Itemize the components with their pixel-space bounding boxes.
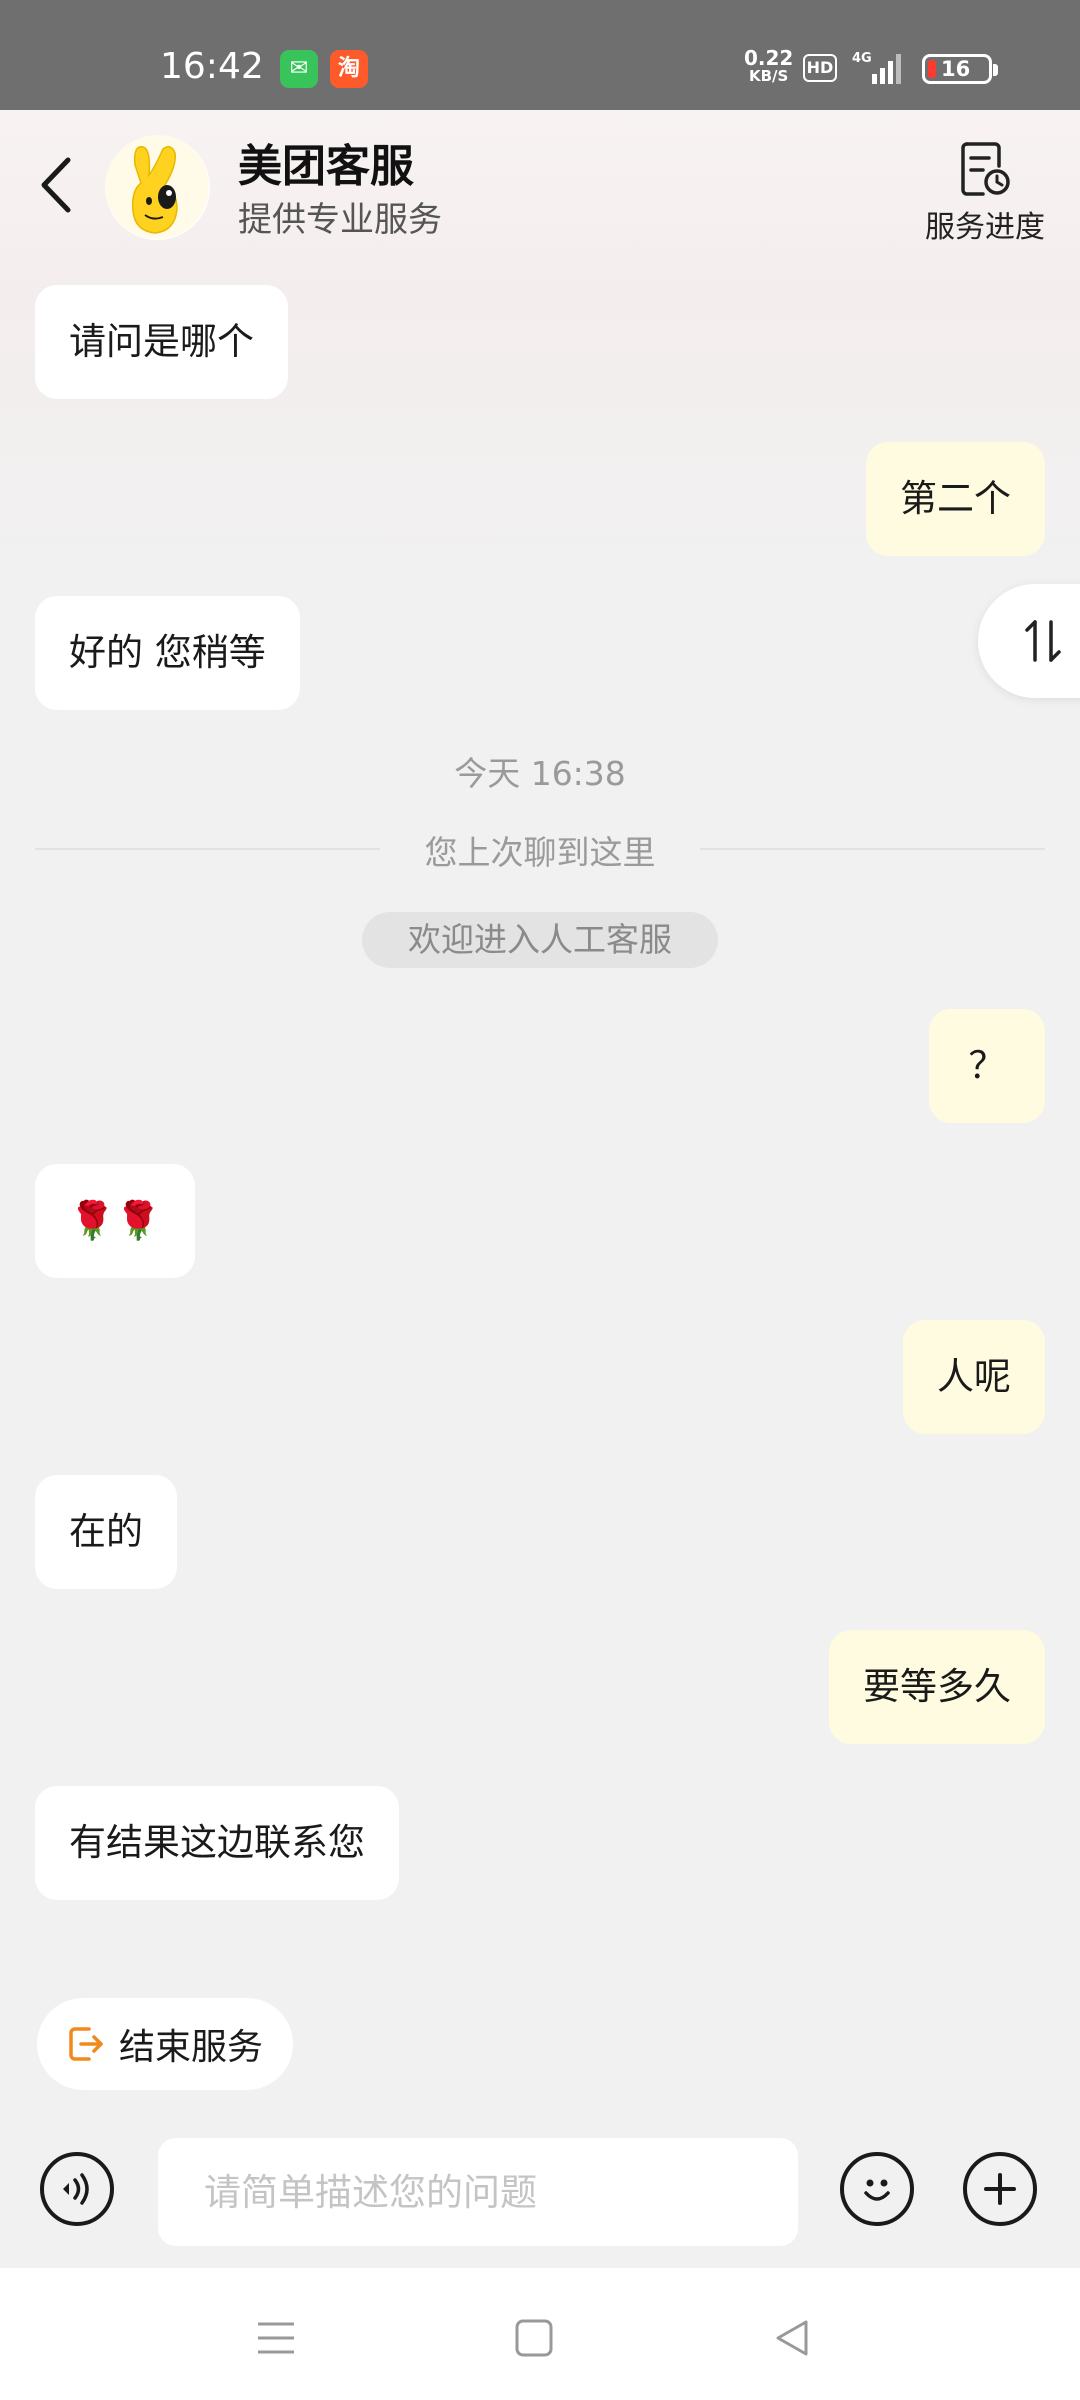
chat-subtitle: 提供专业服务	[238, 200, 442, 240]
service-progress-label: 服务进度	[925, 210, 1045, 245]
back-button[interactable]	[30, 150, 80, 220]
avatar[interactable]	[105, 135, 210, 240]
exit-icon	[69, 2027, 103, 2061]
message-timestamp: 今天 16:38	[454, 754, 626, 793]
network-speed-value: 0.22	[744, 46, 794, 70]
message-bubble-right[interactable]: ？	[929, 1009, 1045, 1123]
message-bubble-left[interactable]: 请问是哪个	[35, 285, 288, 399]
message-input[interactable]	[158, 2138, 798, 2246]
hd-badge: HD	[803, 54, 837, 82]
status-time: 16:42	[160, 46, 264, 87]
back-triangle-icon	[776, 2320, 808, 2356]
battery-icon: 16	[922, 54, 998, 84]
nav-menu-button[interactable]	[246, 2308, 306, 2368]
menu-icon	[258, 2322, 294, 2354]
wechat-notification-icon: ✉	[280, 50, 318, 88]
chat-title: 美团客服	[238, 141, 414, 192]
network-speed-unit: KB/S	[749, 67, 789, 85]
message-bubble-left[interactable]: 🌹🌹	[35, 1164, 196, 1278]
meituan-mascot-icon	[105, 135, 209, 239]
emoji-icon	[864, 2179, 890, 2201]
system-nav-bar	[0, 2268, 1080, 2400]
message-bubble-left[interactable]: 有结果这边联系您	[35, 1786, 399, 1900]
end-service-label: 结束服务	[119, 2027, 264, 2068]
plus-icon	[984, 2173, 1016, 2205]
message-bubble-left[interactable]: 好的 您稍等	[35, 596, 300, 710]
back-arrow-icon	[41, 157, 71, 213]
status-bar: 16:42 ✉ 淘 0.22 KB/S HD 4G 16	[0, 0, 1080, 110]
emoji-button[interactable]	[840, 2152, 914, 2226]
end-service-button[interactable]: 结束服务	[37, 1998, 293, 2090]
nav-home-button[interactable]	[504, 2308, 564, 2368]
battery-level: 16	[941, 57, 971, 81]
network-speed: 0.22 KB/S	[744, 48, 793, 84]
voice-icon	[63, 2173, 89, 2205]
voice-button[interactable]	[40, 2152, 114, 2226]
chat-header: 美团客服 提供专业服务 服务进度	[0, 110, 1080, 260]
last-read-divider: 您上次聊到这里	[424, 833, 656, 872]
swap-order-button[interactable]	[978, 584, 1080, 698]
message-bubble-right[interactable]: 人呢	[903, 1320, 1045, 1434]
home-square-icon	[515, 2319, 553, 2357]
more-button[interactable]	[963, 2152, 1037, 2226]
message-bubble-right[interactable]: 第二个	[866, 442, 1045, 556]
service-progress-button[interactable]: 服务进度	[910, 140, 1060, 250]
service-progress-icon	[961, 142, 1010, 196]
signal-icon: 4G	[850, 50, 908, 86]
system-notice: 欢迎进入人工客服	[362, 912, 718, 968]
nav-back-button[interactable]	[762, 2308, 822, 2368]
message-bubble-left[interactable]: 在的	[35, 1475, 177, 1589]
taobao-notification-icon: 淘	[330, 50, 368, 88]
message-bubble-right[interactable]: 要等多久	[829, 1630, 1045, 1744]
swap-order-icon	[1025, 620, 1061, 662]
input-bar	[0, 2110, 1080, 2268]
network-type: 4G	[852, 51, 872, 66]
